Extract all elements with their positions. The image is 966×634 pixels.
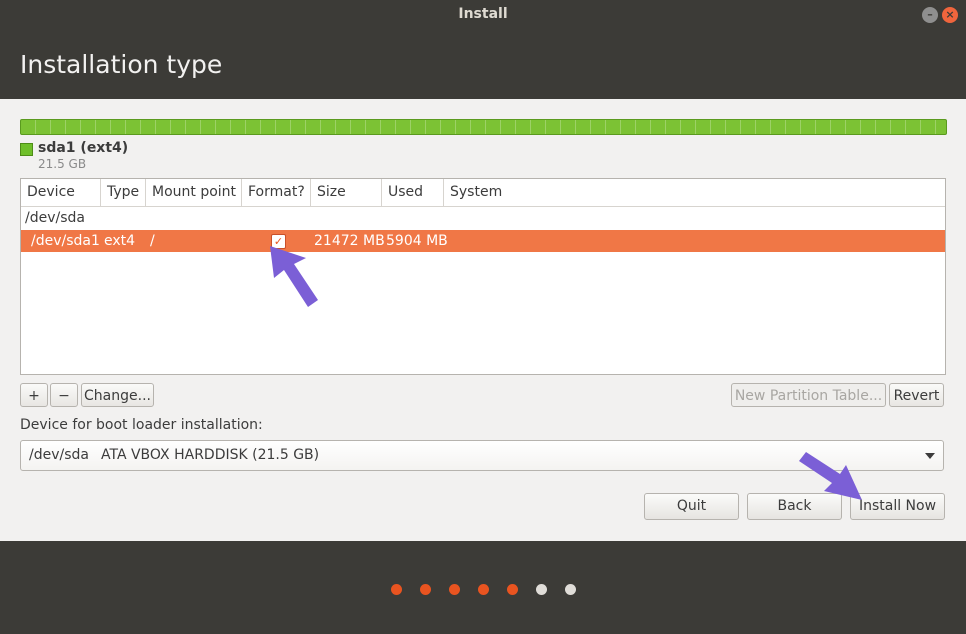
back-button[interactable]: Back xyxy=(747,493,842,520)
progress-dot xyxy=(478,584,489,595)
table-header: Device Type Mount point Format? Size Use… xyxy=(21,179,945,207)
cell-used: 5904 MB xyxy=(386,233,448,249)
column-header-system[interactable]: System xyxy=(444,179,945,206)
progress-dot xyxy=(449,584,460,595)
partition-legend-name: sda1 (ext4) xyxy=(38,140,129,156)
progress-dot xyxy=(391,584,402,595)
progress-dot xyxy=(507,584,518,595)
progress-dot xyxy=(536,584,547,595)
revert-button[interactable]: Revert xyxy=(889,383,944,407)
quit-button[interactable]: Quit xyxy=(644,493,739,520)
page-title: Installation type xyxy=(20,50,223,79)
bootloader-label: Device for boot loader installation: xyxy=(20,417,263,433)
progress-dot xyxy=(420,584,431,595)
bootloader-device: /dev/sda xyxy=(29,447,89,463)
close-icon[interactable]: × xyxy=(942,7,958,23)
window-title: Install xyxy=(458,6,508,22)
column-header-size[interactable]: Size xyxy=(311,179,382,206)
column-header-used[interactable]: Used xyxy=(382,179,444,206)
format-checkbox[interactable]: ✓ xyxy=(271,234,286,249)
cell-type: ext4 xyxy=(104,233,136,249)
install-now-button[interactable]: Install Now xyxy=(850,493,945,520)
table-row-selected[interactable]: /dev/sda1 ext4 / ✓ 21472 MB 5904 MB xyxy=(21,230,945,252)
chevron-down-icon[interactable] xyxy=(925,453,935,459)
partition-table: Device Type Mount point Format? Size Use… xyxy=(20,178,946,375)
bootloader-device-description: ATA VBOX HARDDISK (21.5 GB) xyxy=(101,447,320,463)
partition-legend-size: 21.5 GB xyxy=(38,157,87,171)
progress-dot xyxy=(565,584,576,595)
cell-size: 21472 MB xyxy=(314,233,385,249)
cell-mount-point: / xyxy=(150,233,155,249)
column-header-type[interactable]: Type xyxy=(101,179,146,206)
change-partition-button[interactable]: Change... xyxy=(81,383,154,407)
device-name: /dev/sda xyxy=(25,210,85,226)
column-header-mount-point[interactable]: Mount point xyxy=(146,179,242,206)
title-bar: Install – × xyxy=(0,0,966,30)
add-partition-button[interactable]: + xyxy=(20,383,48,407)
bootloader-device-select[interactable]: /dev/sda ATA VBOX HARDDISK (21.5 GB) xyxy=(20,440,944,471)
main-content: sda1 (ext4) 21.5 GB Device Type Mount po… xyxy=(0,99,966,541)
remove-partition-button[interactable]: − xyxy=(50,383,78,407)
minimize-icon[interactable]: – xyxy=(922,7,938,23)
table-row-device[interactable]: /dev/sda xyxy=(21,207,945,229)
column-header-device[interactable]: Device xyxy=(21,179,101,206)
new-partition-table-button[interactable]: New Partition Table... xyxy=(731,383,886,407)
page-header: Installation type xyxy=(0,30,966,99)
progress-footer xyxy=(0,541,966,634)
cell-device: /dev/sda1 xyxy=(31,233,100,249)
column-header-format[interactable]: Format? xyxy=(242,179,311,206)
partition-color-swatch xyxy=(20,143,33,156)
partition-usage-bar xyxy=(20,119,947,135)
